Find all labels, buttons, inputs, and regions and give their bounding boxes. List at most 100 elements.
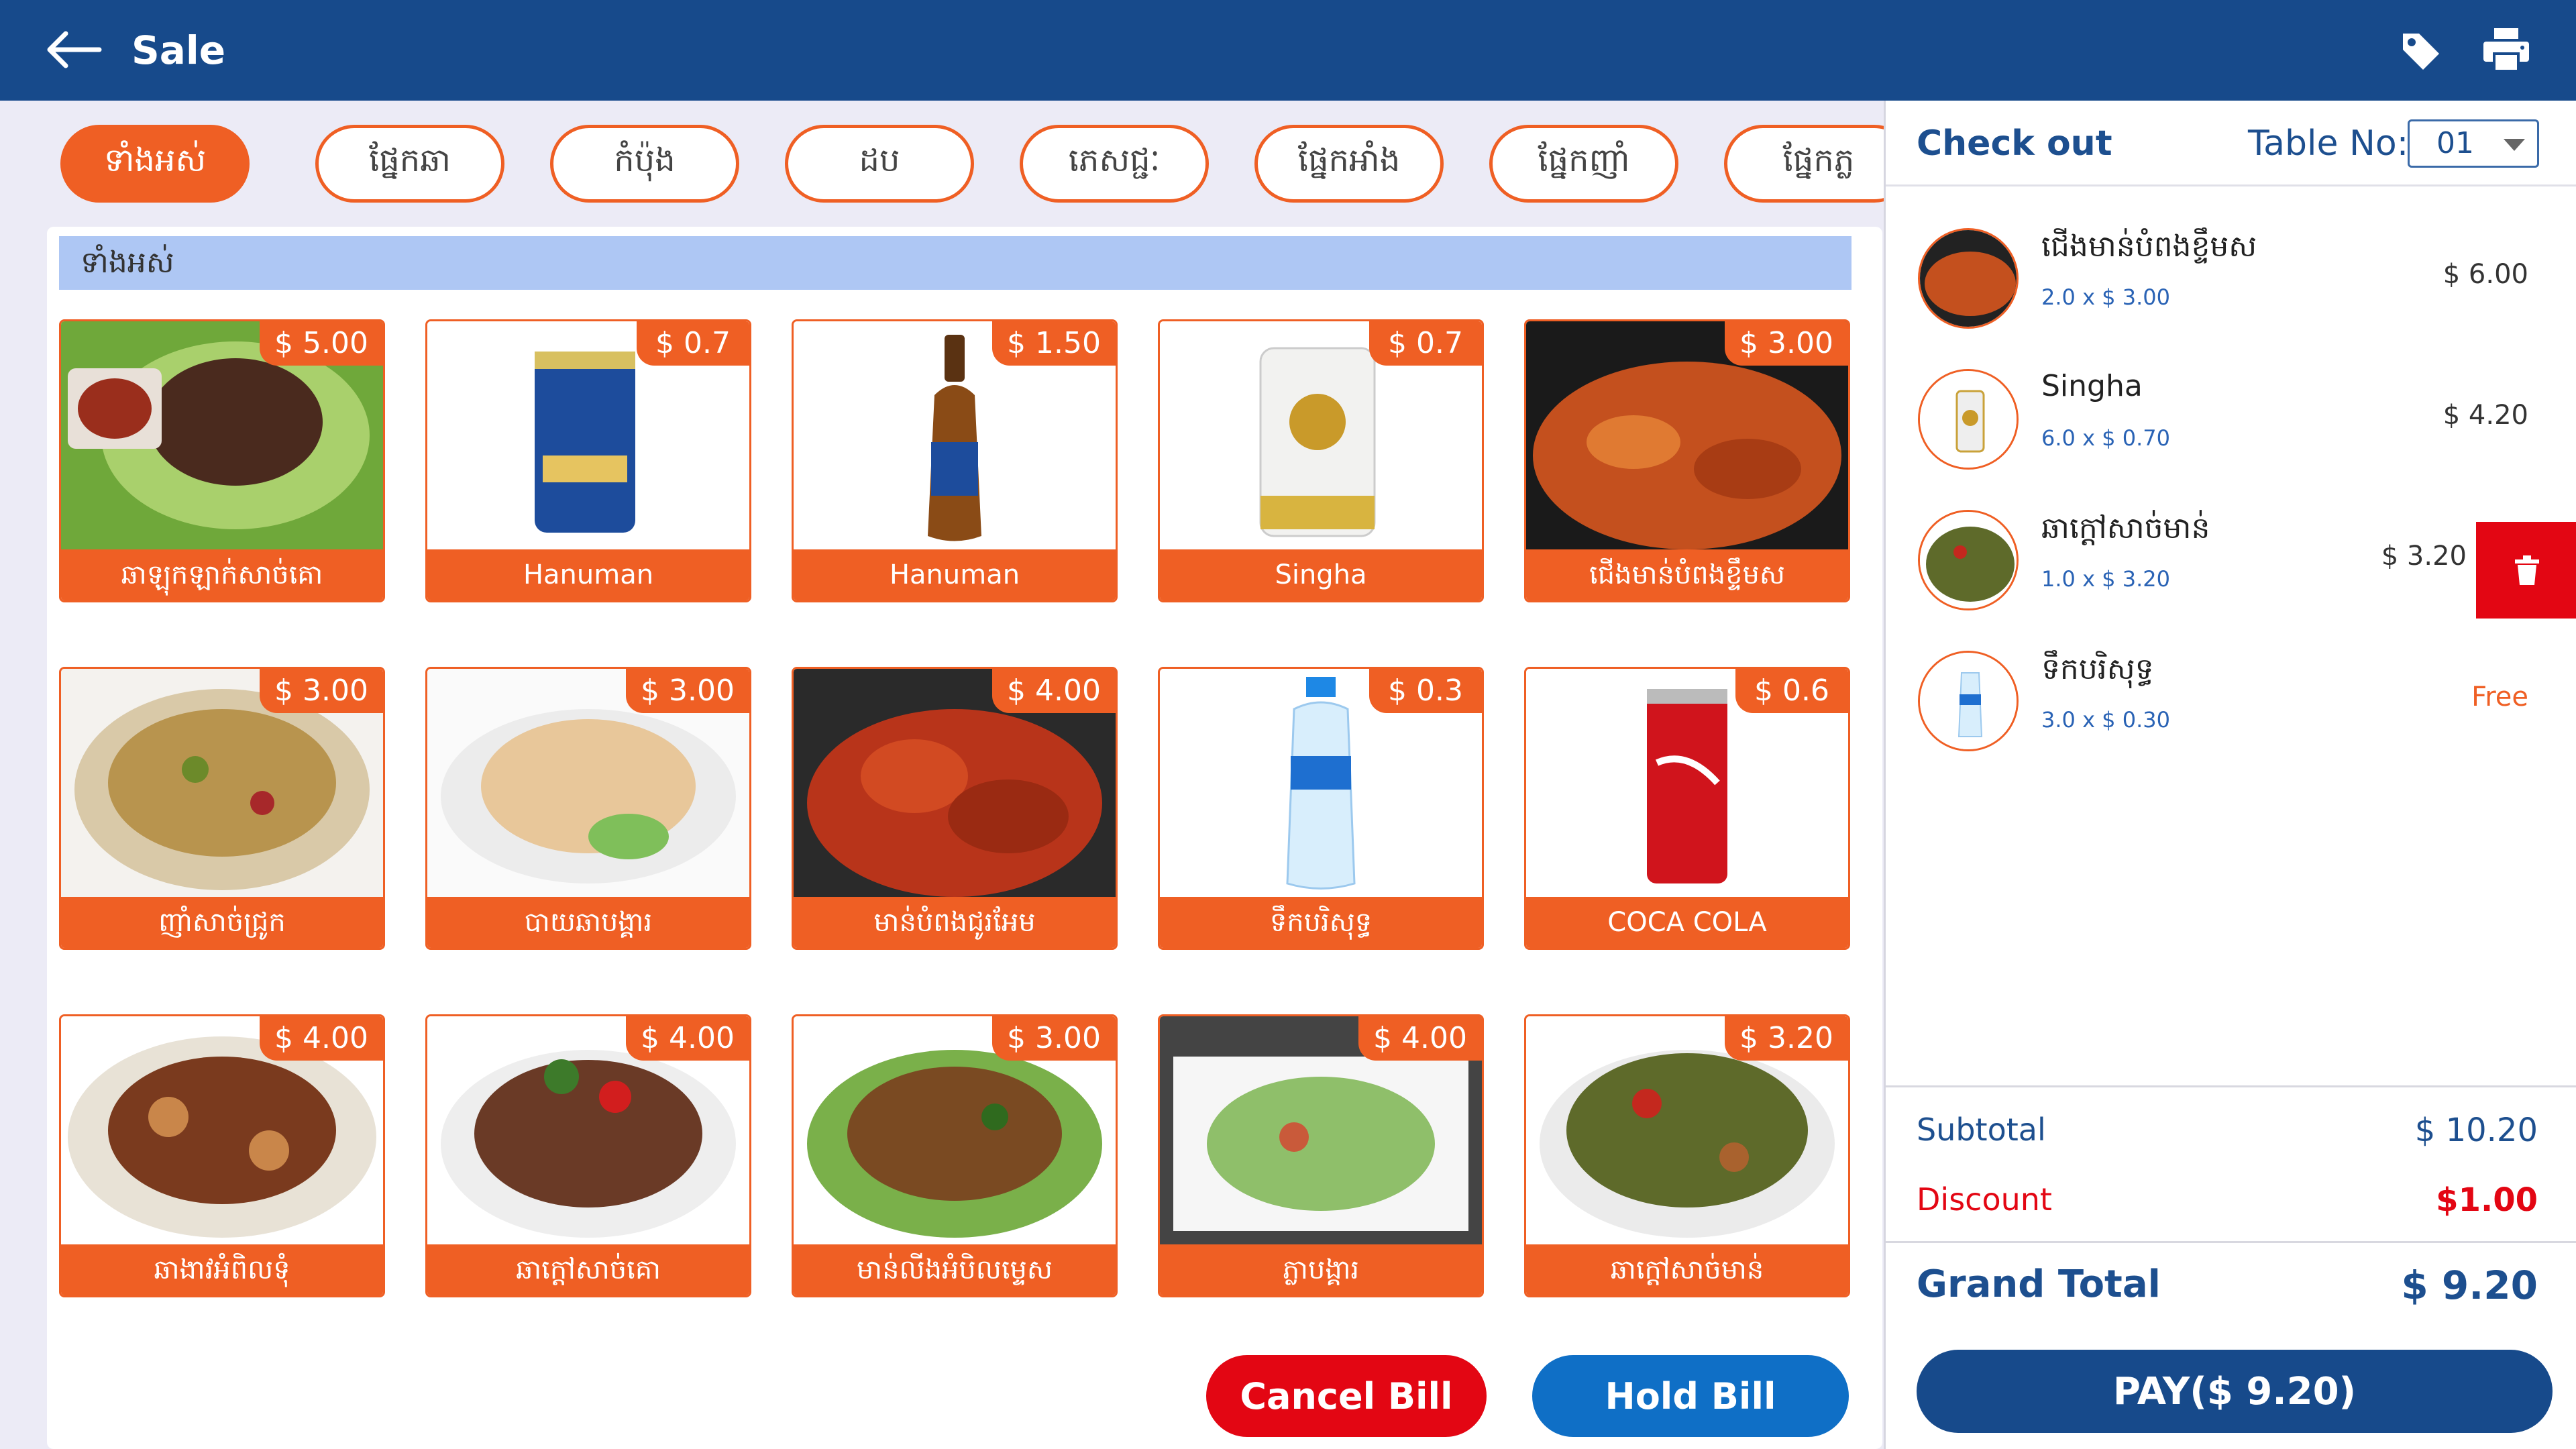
item-price: Free (2471, 682, 2528, 712)
discount-row: Discount $1.00 (1886, 1181, 2576, 1235)
grand-total-value: $ 9.20 (2401, 1263, 2538, 1308)
product-card[interactable]: $ 4.00 ភ្លាបង្គារ (1158, 1014, 1484, 1297)
subtotal-row: Subtotal $ 10.20 (1886, 1112, 2576, 1165)
divider (1886, 1241, 2576, 1243)
grand-total-label: Grand Total (1917, 1263, 2161, 1306)
price-badge: $ 4.00 (260, 1016, 383, 1061)
trash-icon (2515, 555, 2539, 585)
checkout-header: Check out Table No: 01 (1886, 101, 2576, 186)
chevron-down-icon (2504, 139, 2525, 151)
category-tab[interactable]: ដប (785, 125, 974, 203)
order-item[interactable]: Singha 6.0 x $ 0.70 $ 4.20 (1886, 342, 2576, 483)
product-card[interactable]: $ 1.50 Hanuman (792, 319, 1118, 602)
item-name: ជើងមាន់បំពងខ្ទឹមស (2041, 229, 2257, 264)
product-name: Hanuman (427, 549, 749, 600)
product-name: ភ្លាបង្គារ (1160, 1244, 1482, 1295)
product-card[interactable]: $ 4.00 ឆាក្តៅសាច់គោ (425, 1014, 751, 1297)
cancel-bill-button[interactable]: Cancel Bill (1206, 1355, 1487, 1437)
product-name: Singha (1160, 549, 1482, 600)
item-thumbnail (1918, 228, 2019, 329)
product-name: ឆាក្តៅសាច់គោ (427, 1244, 749, 1295)
item-thumbnail (1918, 369, 2019, 470)
product-card[interactable]: $ 5.00 ឆាឡុកឡាក់សាច់គោ (59, 319, 385, 602)
checkout-title: Check out (1917, 123, 2112, 164)
product-card[interactable]: $ 3.00 ជើងមាន់បំពងខ្ទឹមស (1524, 319, 1850, 602)
discount-value: $1.00 (2436, 1181, 2538, 1219)
item-thumbnail (1918, 651, 2019, 751)
delete-item-button[interactable] (2476, 522, 2576, 619)
totals-section: Subtotal $ 10.20 Discount $1.00 (1886, 1085, 2576, 1219)
order-item[interactable]: ឆាក្តៅសាច់មាន់ 1.0 x $ 3.20 $ 3.20 (1886, 483, 2576, 624)
table-value: 01 (2436, 126, 2474, 160)
product-name: មាន់លីងអំបិលម្ទេស (794, 1244, 1116, 1295)
product-name: ញាំសាច់ជ្រូក (61, 897, 383, 948)
category-strip: ទាំងអស់ ផ្នែកឆា កំប៉ុង ដប ភេសជ្ជៈ ផ្នែកអ… (0, 101, 1884, 223)
item-price: $ 3.20 (2381, 541, 2467, 572)
price-badge: $ 0.6 (1735, 669, 1848, 713)
category-tab[interactable]: ផ្នែកភ្ល (1724, 125, 1884, 203)
product-name: ទឹកបរិសុទ្ធ (1160, 897, 1482, 948)
price-badge: $ 5.00 (260, 321, 383, 366)
tag-icon[interactable] (2399, 30, 2442, 72)
product-card[interactable]: $ 0.7 Singha (1158, 319, 1484, 602)
category-tab[interactable]: កំប៉ុង (550, 125, 739, 203)
product-panel: ទាំងអស់ $ 5.00 ឆាឡុកឡាក់សាច់គោ $ 0.7 Han… (47, 227, 1882, 1449)
arrow-left-icon[interactable] (43, 30, 103, 70)
price-badge: $ 3.00 (626, 669, 749, 713)
category-tab-all[interactable]: ទាំងអស់ (60, 125, 250, 203)
pay-button[interactable]: PAY($ 9.20) (1917, 1350, 2553, 1433)
product-card[interactable]: $ 4.00 ឆាងាវអំពិលទុំ (59, 1014, 385, 1297)
price-badge: $ 0.3 (1369, 669, 1482, 713)
product-card[interactable]: $ 0.3 ទឹកបរិសុទ្ធ (1158, 667, 1484, 950)
product-card[interactable]: $ 3.00 បាយឆាបង្គារ (425, 667, 751, 950)
price-badge: $ 0.7 (637, 321, 749, 366)
product-card[interactable]: $ 4.00 មាន់បំពងជូរអែម (792, 667, 1118, 950)
subtotal-label: Subtotal (1917, 1112, 2046, 1148)
price-badge: $ 3.00 (1725, 321, 1848, 366)
item-price: $ 4.20 (2443, 400, 2528, 431)
hold-bill-button[interactable]: Hold Bill (1532, 1355, 1849, 1437)
page-title: Sale (131, 28, 226, 73)
section-header: ទាំងអស់ (59, 236, 1851, 290)
product-name: ឆាងាវអំពិលទុំ (61, 1244, 383, 1295)
item-quantity: 3.0 x $ 0.30 (2041, 707, 2170, 733)
product-name: ឆាក្តៅសាច់មាន់ (1526, 1244, 1848, 1295)
product-name: បាយឆាបង្គារ (427, 897, 749, 948)
checkout-panel: Check out Table No: 01 ជើងមាន់បំពងខ្ទឹមស… (1884, 101, 2576, 1449)
order-item[interactable]: ជើងមាន់បំពងខ្ទឹមស 2.0 x $ 3.00 $ 6.00 (1886, 201, 2576, 342)
product-name: ឆាឡុកឡាក់សាច់គោ (61, 549, 383, 600)
category-tab[interactable]: ភេសជ្ជៈ (1020, 125, 1209, 203)
price-badge: $ 1.50 (992, 321, 1116, 366)
category-tab[interactable]: ផ្នែកញាំ (1489, 125, 1678, 203)
item-quantity: 1.0 x $ 3.20 (2041, 566, 2170, 592)
item-price: $ 6.00 (2443, 259, 2528, 290)
item-quantity: 2.0 x $ 3.00 (2041, 284, 2170, 310)
product-name: COCA COLA (1526, 897, 1848, 948)
product-card[interactable]: $ 0.7 Hanuman (425, 319, 751, 602)
product-card[interactable]: $ 3.00 ញាំសាច់ជ្រូក (59, 667, 385, 950)
price-badge: $ 3.00 (260, 669, 383, 713)
price-badge: $ 4.00 (1358, 1016, 1482, 1061)
product-name: ជើងមាន់បំពងខ្ទឹមស (1526, 549, 1848, 600)
item-thumbnail (1918, 510, 2019, 610)
price-badge: $ 4.00 (626, 1016, 749, 1061)
product-card[interactable]: $ 3.00 មាន់លីងអំបិលម្ទេស (792, 1014, 1118, 1297)
item-name: ឆាក្តៅសាច់មាន់ (2041, 511, 2210, 545)
table-select[interactable]: 01 (2408, 119, 2539, 168)
grand-total-row: Grand Total $ 9.20 (1886, 1263, 2576, 1316)
price-badge: $ 4.00 (992, 669, 1116, 713)
item-name: Singha (2041, 369, 2143, 403)
product-card[interactable]: $ 3.20 ឆាក្តៅសាច់មាន់ (1524, 1014, 1850, 1297)
item-name: ទឹកបរិសុទ្ធ (2041, 652, 2154, 686)
category-tab[interactable]: ផ្នែកអាំង (1254, 125, 1444, 203)
printer-icon[interactable] (2482, 27, 2530, 72)
subtotal-value: $ 10.20 (2414, 1112, 2538, 1149)
category-tab[interactable]: ផ្នែកឆា (315, 125, 504, 203)
product-name: Hanuman (794, 549, 1116, 600)
product-name: មាន់បំពងជូរអែម (794, 897, 1116, 948)
price-badge: $ 3.20 (1725, 1016, 1848, 1061)
order-item[interactable]: ទឹកបរិសុទ្ធ 3.0 x $ 0.30 Free (1886, 624, 2576, 765)
top-app-bar: Sale (0, 0, 2576, 101)
price-badge: $ 0.7 (1369, 321, 1482, 366)
product-card[interactable]: $ 0.6 COCA COLA (1524, 667, 1850, 950)
